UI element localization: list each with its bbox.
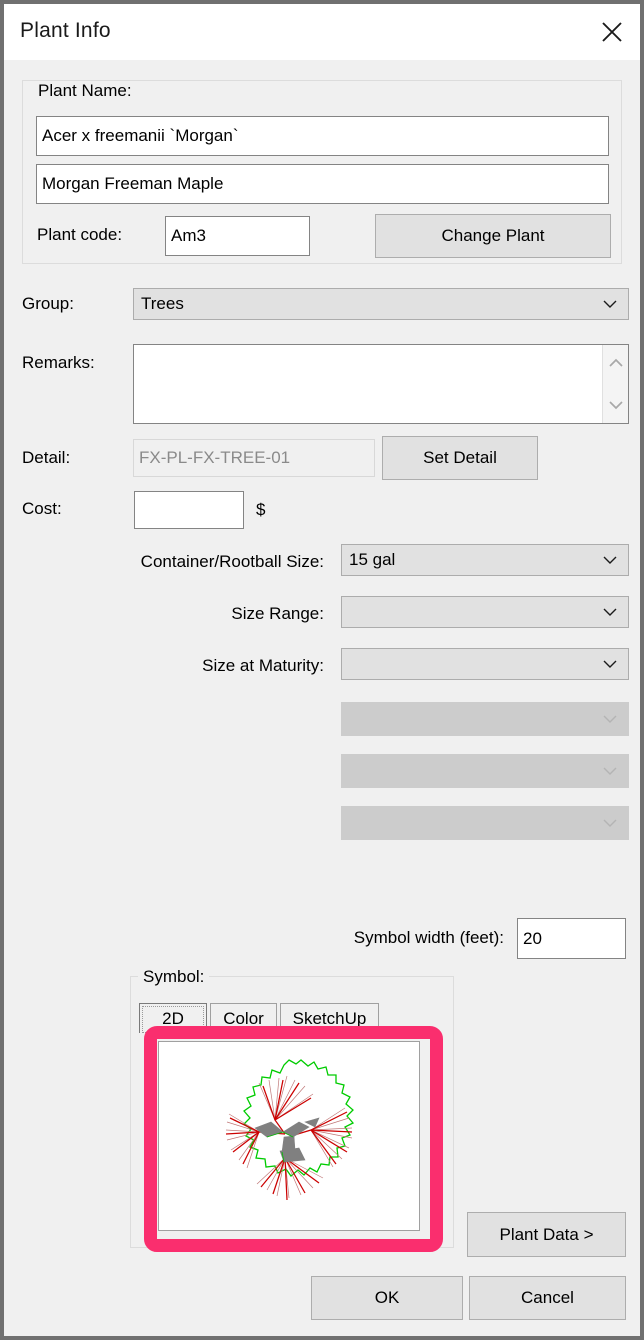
group-label: Group: [22,294,74,313]
chevron-down-icon [603,660,617,668]
tab-sketchup[interactable]: SketchUp [280,1003,379,1033]
chevron-down-icon [603,715,617,723]
container-size-combo[interactable]: 15 gal [341,544,629,576]
scroll-up-icon[interactable] [608,358,623,367]
symbol-preview[interactable] [158,1041,420,1231]
plant-code-label: Plant code: [37,225,123,244]
plant-info-dialog: Plant Info Plant Name: Acer x freemanii … [4,4,640,1336]
container-size-label: Container/Rootball Size: [140,552,324,571]
symbol-legend: Symbol: [138,967,210,987]
close-icon [602,22,622,42]
chevron-down-icon [603,608,617,616]
chevron-down-icon [603,556,617,564]
chevron-down-icon [603,300,617,308]
chevron-down-icon [603,819,617,827]
set-detail-button[interactable]: Set Detail [382,436,538,480]
change-plant-button[interactable]: Change Plant [375,214,611,258]
extra-combo-1 [341,702,629,736]
currency-symbol: $ [256,500,266,519]
scroll-down-icon[interactable] [608,401,623,410]
botanical-name-input[interactable]: Acer x freemanii `Morgan` [36,116,609,156]
plant-data-button[interactable]: Plant Data > [467,1212,626,1257]
remarks-textarea[interactable] [133,344,629,424]
cost-label: Cost: [22,499,62,518]
extra-combo-2 [341,754,629,788]
size-at-maturity-combo[interactable] [341,648,629,680]
chevron-down-icon [603,767,617,775]
tab-color-label: Color [223,1008,264,1028]
plant-name-legend: Plant Name: [33,81,137,101]
title-bar: Plant Info [4,4,640,60]
plant-code-input[interactable]: Am3 [165,216,310,256]
symbol-width-input[interactable]: 20 [517,918,626,959]
tab-2d-label: 2D [162,1008,184,1028]
symbol-width-label: Symbol width (feet): [353,928,504,947]
extra-combo-3 [341,806,629,840]
group-combo-value: Trees [141,294,184,313]
size-at-maturity-label: Size at Maturity: [202,656,324,675]
detail-label: Detail: [22,448,71,467]
close-button[interactable] [590,10,634,54]
detail-input: FX-PL-FX-TREE-01 [133,439,375,477]
page-title: Plant Info [20,19,111,42]
remarks-scrollbar[interactable] [602,345,628,423]
tab-sketchup-label: SketchUp [292,1008,367,1028]
group-combo[interactable]: Trees [133,288,629,320]
cost-input[interactable] [134,491,244,529]
size-range-label: Size Range: [231,604,324,623]
size-range-combo[interactable] [341,596,629,628]
plan-view-tree-symbol-icon [225,1059,355,1201]
container-size-value: 15 gal [349,550,396,569]
common-name-input[interactable]: Morgan Freeman Maple [36,164,609,204]
ok-button[interactable]: OK [311,1276,463,1320]
tab-2d[interactable]: 2D [139,1003,207,1033]
remarks-label: Remarks: [22,353,95,372]
cancel-button[interactable]: Cancel [469,1276,626,1320]
tab-color[interactable]: Color [210,1003,277,1033]
